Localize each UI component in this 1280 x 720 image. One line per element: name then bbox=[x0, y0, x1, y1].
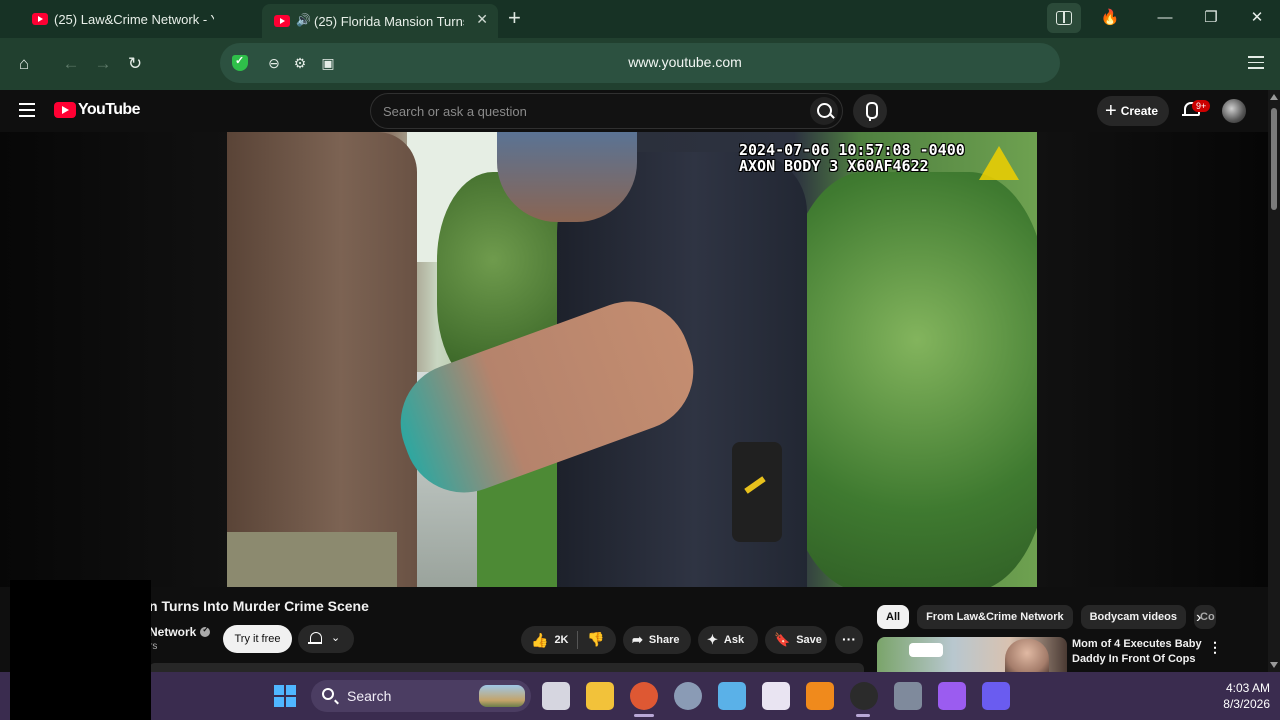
chevron-right-icon[interactable]: › bbox=[1196, 609, 1201, 627]
browser-tab-strip: (25) Law&Crime Network - YouTube 🔊 (25) … bbox=[0, 0, 1280, 38]
bodycam-device-id: AXON BODY 3 X60AF4622 bbox=[739, 157, 929, 175]
chip-bodycam-videos[interactable]: Bodycam videos bbox=[1080, 605, 1187, 629]
address-bar[interactable]: ⊖ ⚙ ▣ www.youtube.com bbox=[220, 43, 1060, 83]
restore-button[interactable]: ❐ bbox=[1197, 6, 1225, 30]
fl-studio-icon[interactable] bbox=[806, 682, 834, 710]
like-count: 2K bbox=[554, 634, 569, 646]
video-player[interactable]: 2024-07-06 10:57:08 -0400 AXON BODY 3 X6… bbox=[227, 132, 1037, 587]
like-dislike-button[interactable]: 👍 2K 👎 bbox=[521, 626, 616, 654]
bookmark-icon: 🔖 bbox=[774, 632, 791, 647]
close-tab-icon[interactable]: ✕ bbox=[476, 11, 488, 28]
clock-time: 4:03 AM bbox=[1225, 681, 1270, 695]
thumbs-down-icon[interactable]: 👎 bbox=[587, 631, 604, 648]
ask-label: Ask bbox=[723, 634, 745, 646]
channel-name-text: Network bbox=[149, 625, 197, 639]
file-explorer-icon[interactable] bbox=[586, 682, 614, 710]
page-scrollbar[interactable] bbox=[1268, 90, 1280, 672]
create-button[interactable]: + Create bbox=[1097, 96, 1169, 126]
tab-title: (25) Florida Mansion Turns Into Murder C… bbox=[314, 13, 464, 29]
search-icon[interactable] bbox=[810, 97, 838, 125]
clock-date: 8/3/2026 bbox=[1223, 697, 1270, 711]
more-actions-button[interactable]: ··· bbox=[835, 626, 863, 654]
system-clock[interactable]: 4:03 AM 8/3/2026 bbox=[1200, 680, 1270, 712]
ask-button[interactable]: ✦ Ask bbox=[698, 626, 758, 654]
minimize-button[interactable]: — bbox=[1151, 6, 1179, 30]
try-free-button[interactable]: Try it free bbox=[223, 625, 292, 653]
youtube-logo[interactable]: YouTube bbox=[54, 101, 140, 119]
youtube-favicon-icon bbox=[274, 15, 290, 27]
search-highlight-image bbox=[479, 685, 525, 707]
notification-badge: 9+ bbox=[1192, 100, 1211, 112]
settings-icon[interactable] bbox=[674, 682, 702, 710]
save-button[interactable]: 🔖 Save bbox=[765, 626, 827, 654]
taskbar-search[interactable]: Search bbox=[311, 680, 531, 712]
chip-from-channel[interactable]: From Law&Crime Network bbox=[917, 605, 1073, 629]
obs-icon[interactable] bbox=[850, 682, 878, 710]
plus-icon: + bbox=[1105, 99, 1117, 122]
related-chips: All From Law&Crime Network Bodycam video… bbox=[877, 605, 1217, 629]
clipchamp-icon[interactable] bbox=[938, 682, 966, 710]
youtube-header: YouTube Search or ask a question + Creat… bbox=[0, 90, 1268, 132]
new-tab-button[interactable]: + bbox=[508, 5, 521, 31]
description-box[interactable] bbox=[149, 663, 864, 672]
search-placeholder: Search or ask a question bbox=[383, 104, 527, 119]
forward-button[interactable]: → bbox=[91, 52, 115, 76]
reload-button[interactable]: ↻ bbox=[123, 52, 147, 76]
youtube-logo-text: YouTube bbox=[78, 101, 140, 118]
app-icon[interactable] bbox=[982, 682, 1010, 710]
scroll-up-icon[interactable] bbox=[1270, 94, 1278, 100]
recommended-video-thumbnail[interactable] bbox=[877, 637, 1067, 672]
youtube-favicon-icon bbox=[32, 13, 48, 25]
thumbs-up-icon[interactable]: 👍 bbox=[531, 632, 548, 649]
browser-menu-icon[interactable] bbox=[1246, 52, 1266, 72]
home-icon[interactable]: ⌂ bbox=[12, 52, 36, 76]
microphone-icon[interactable] bbox=[853, 94, 887, 128]
search-icon bbox=[322, 688, 334, 700]
bodycam-overlay: 2024-07-06 10:57:08 -0400 AXON BODY 3 X6… bbox=[739, 142, 965, 174]
axon-logo-icon bbox=[979, 146, 1019, 180]
subscription-bell-button[interactable]: ⌄ bbox=[298, 625, 354, 653]
back-button[interactable]: ← bbox=[59, 52, 83, 76]
channel-name[interactable]: Network bbox=[149, 625, 211, 639]
notepad-icon[interactable] bbox=[718, 682, 746, 710]
bell-icon bbox=[308, 631, 322, 647]
close-window-button[interactable]: ✕ bbox=[1243, 6, 1271, 30]
guide-menu-icon[interactable] bbox=[19, 103, 35, 117]
avatar[interactable] bbox=[1222, 99, 1246, 123]
flame-icon[interactable]: 🔥 bbox=[1096, 6, 1124, 30]
chevron-down-icon: ⌄ bbox=[331, 632, 341, 644]
chip-all[interactable]: All bbox=[877, 605, 910, 629]
browser-tab-lawcrime[interactable]: (25) Law&Crime Network - YouTube bbox=[22, 4, 258, 34]
task-view-icon[interactable] bbox=[542, 682, 570, 710]
url-text[interactable]: www.youtube.com bbox=[220, 54, 1150, 70]
duckduckgo-browser-icon[interactable] bbox=[630, 682, 658, 710]
windows-start-icon[interactable] bbox=[274, 685, 296, 707]
sidebar-toggle-button[interactable] bbox=[1047, 3, 1081, 33]
browser-tab-florida-mansion[interactable]: 🔊 (25) Florida Mansion Turns Into Murder… bbox=[262, 4, 498, 38]
share-label: Share bbox=[648, 634, 680, 646]
scrollbar-thumb[interactable] bbox=[1271, 108, 1277, 210]
share-icon: ➦ bbox=[632, 632, 643, 647]
windows-taskbar: Search 4:03 AM 8/3/2026 bbox=[0, 672, 1280, 720]
taskbar-search-label: Search bbox=[347, 688, 392, 704]
more-vert-icon[interactable]: ⋮ bbox=[1208, 639, 1222, 656]
save-label: Save bbox=[796, 634, 822, 646]
youtube-play-icon bbox=[54, 102, 76, 118]
share-button[interactable]: ➦ Share bbox=[623, 626, 691, 654]
search-box[interactable]: Search or ask a question bbox=[370, 93, 843, 129]
create-label: Create bbox=[1120, 104, 1159, 118]
recommended-video-title[interactable]: Mom of 4 Executes Baby Daddy In Front Of… bbox=[1072, 637, 1202, 667]
paint-icon[interactable] bbox=[762, 682, 790, 710]
speaker-icon[interactable]: 🔊 bbox=[296, 13, 311, 27]
calculator-icon[interactable] bbox=[894, 682, 922, 710]
tab-title: (25) Law&Crime Network - YouTube bbox=[54, 11, 214, 27]
video-title: n Turns Into Murder Crime Scene bbox=[149, 598, 369, 614]
scroll-down-icon[interactable] bbox=[1270, 662, 1278, 668]
sparkle-icon: ✦ bbox=[707, 632, 718, 647]
verified-badge-icon bbox=[200, 625, 211, 637]
browser-nav-bar: ⌂ ← → ↻ ⊖ ⚙ ▣ www.youtube.com bbox=[0, 38, 1280, 90]
